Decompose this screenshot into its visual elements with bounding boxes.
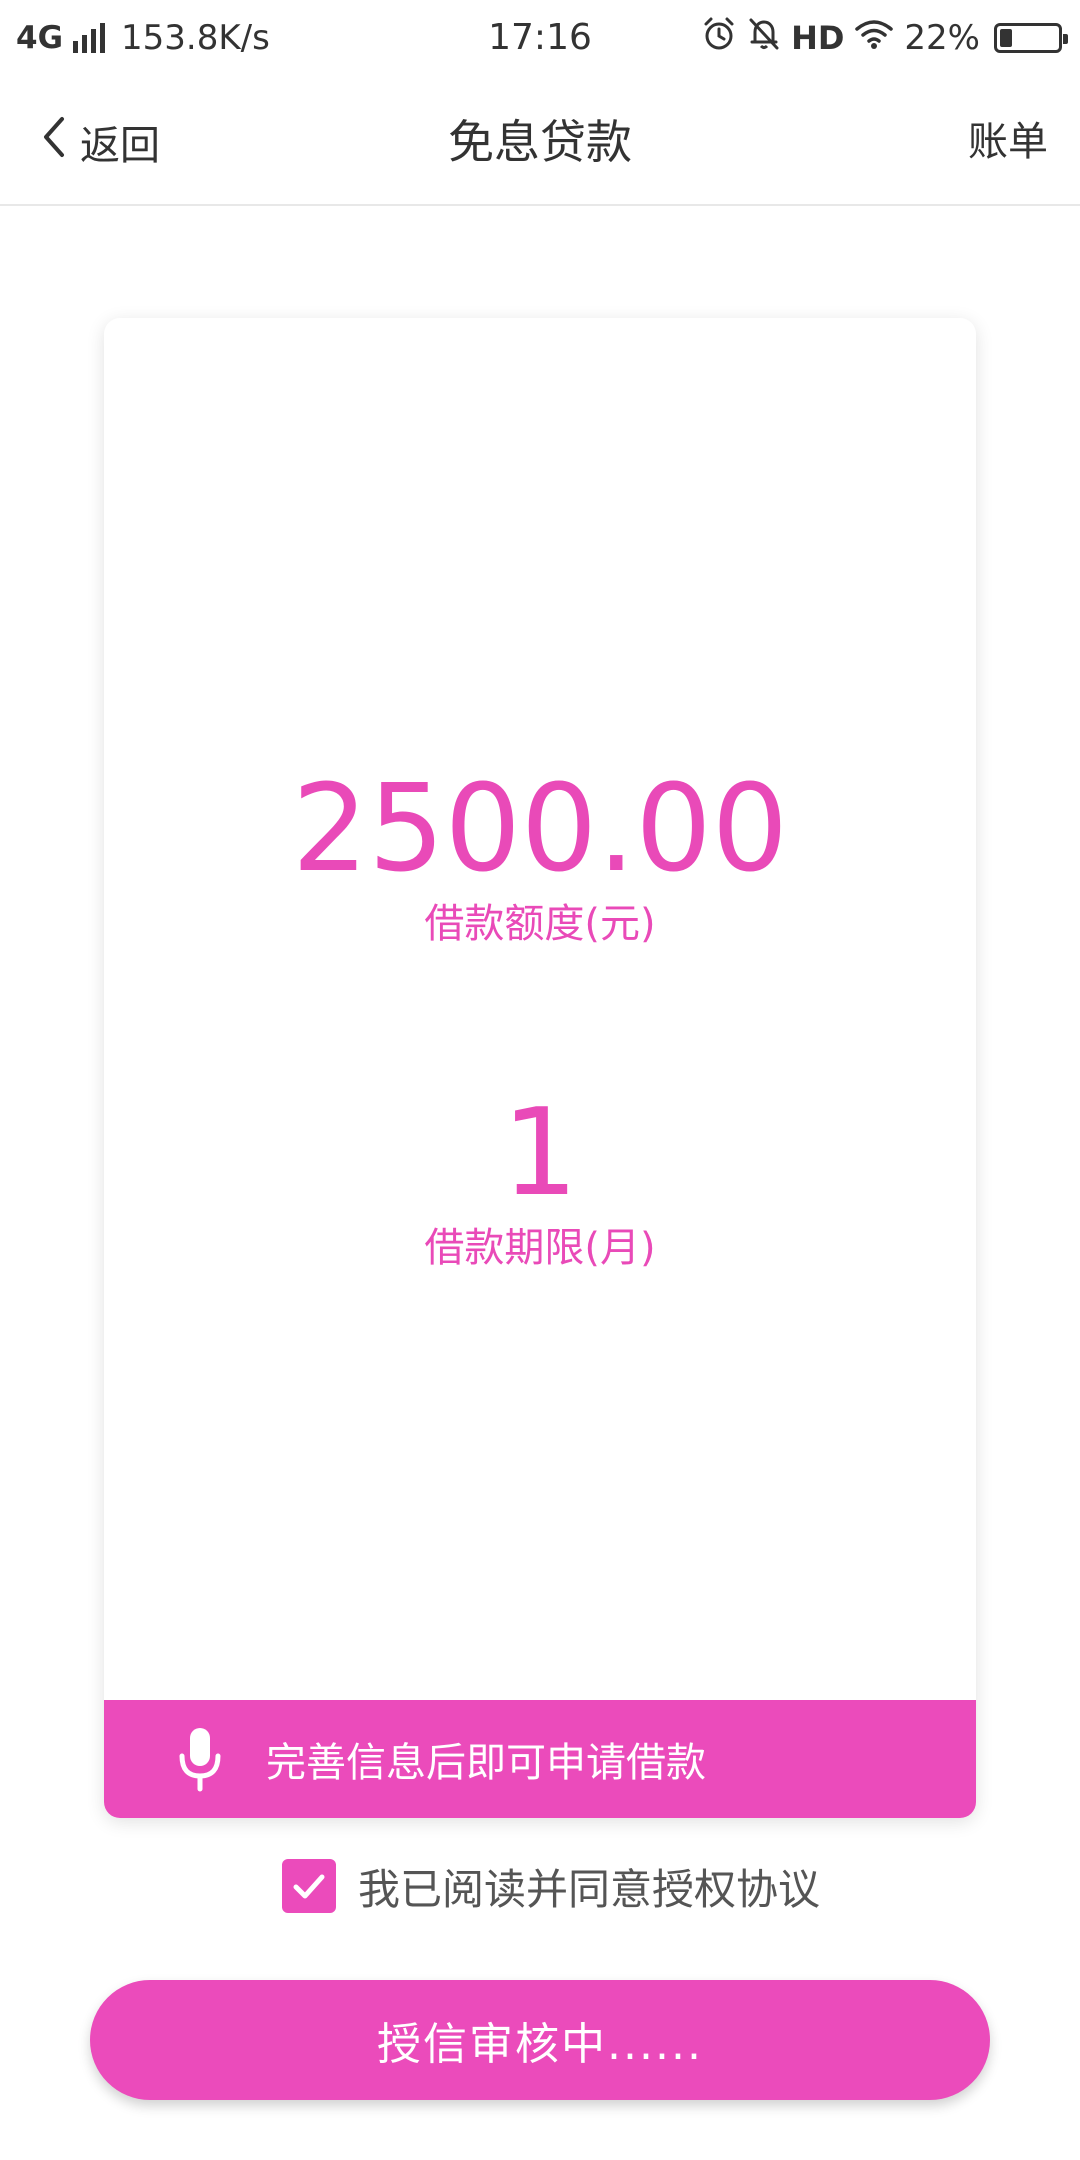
- loan-card: 2500.00 借款额度(元) 1 借款期限(月) 完善信息后即可申请借款: [104, 318, 976, 1818]
- notice-text: 完善信息后即可申请借款: [266, 1740, 706, 1786]
- wifi-icon: [854, 18, 894, 59]
- hd-indicator: HD: [791, 19, 845, 57]
- loan-amount: 2500.00: [291, 760, 789, 899]
- notice-bar: 完善信息后即可申请借款: [104, 1700, 976, 1818]
- nav-bar: 返回 免息贷款 账单: [0, 76, 1080, 206]
- battery-icon: [994, 23, 1068, 53]
- battery-percent: 22%: [904, 18, 980, 58]
- battery-level: [1000, 29, 1012, 47]
- bill-button[interactable]: 账单: [968, 112, 1048, 172]
- loan-term: 1: [501, 1084, 579, 1223]
- status-bar: 4G 153.8K/s 17:16 HD 22%: [0, 0, 1080, 76]
- check-icon: [293, 1874, 325, 1899]
- agreement-row[interactable]: 我已阅读并同意授权协议: [282, 1858, 820, 1914]
- microphone-icon: [176, 1726, 224, 1792]
- agreement-checkbox[interactable]: [282, 1859, 336, 1913]
- alarm-icon: [701, 16, 737, 61]
- status-right: HD 22%: [701, 16, 1068, 61]
- loan-amount-label: 借款额度(元): [424, 901, 656, 947]
- agreement-text[interactable]: 我已阅读并同意授权协议: [358, 1856, 820, 1917]
- loan-term-label: 借款期限(月): [424, 1225, 656, 1271]
- submit-button[interactable]: 授信审核中......: [90, 1980, 990, 2100]
- mute-bell-icon: [747, 16, 781, 61]
- page-title: 免息贷款: [448, 115, 632, 169]
